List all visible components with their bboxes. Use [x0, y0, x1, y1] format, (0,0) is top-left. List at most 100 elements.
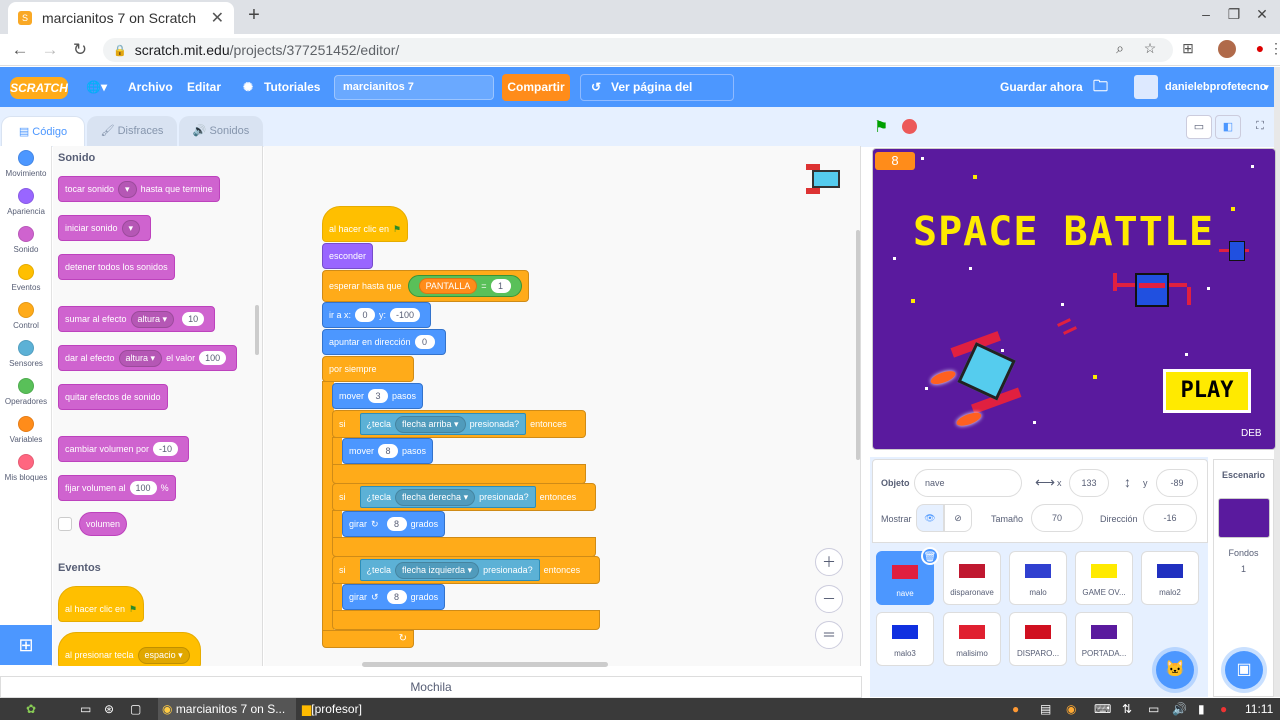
- menu-file[interactable]: Archivo: [128, 67, 173, 107]
- y-input[interactable]: -89: [1156, 469, 1198, 497]
- menu-edit[interactable]: Editar: [187, 67, 221, 107]
- category-4[interactable]: Eventos: [0, 264, 52, 292]
- block-change-effect[interactable]: sumar al efecto altura ▾ 10: [58, 306, 216, 332]
- script-workspace[interactable]: al hacer clic en ⚑ esconder esperar hast…: [264, 146, 861, 666]
- block-when-flag-clicked[interactable]: al hacer clic en ⚑: [58, 586, 145, 622]
- script-forever[interactable]: por siempre: [322, 356, 414, 382]
- forward-icon[interactable]: →: [40, 40, 60, 60]
- reload-icon[interactable]: ↻: [70, 40, 90, 60]
- script-move-steps-2[interactable]: mover 8 pasos: [342, 438, 434, 464]
- sound-dropdown[interactable]: ▾: [118, 180, 137, 198]
- palette-scrollbar[interactable]: [255, 305, 259, 355]
- project-title-input[interactable]: marcianitos 7: [334, 75, 494, 100]
- user-avatar[interactable]: [1134, 75, 1158, 99]
- value-input[interactable]: 100: [129, 481, 157, 495]
- tray-battery-icon[interactable]: ▮: [1198, 698, 1205, 720]
- backpack-bar[interactable]: Mochila: [0, 676, 862, 698]
- category-8[interactable]: Variables: [0, 416, 52, 444]
- script-if-right[interactable]: si ¿tecla flecha derecha ▾ presionada? e…: [332, 483, 596, 511]
- script-move-steps[interactable]: mover 3 pasos: [332, 383, 424, 409]
- block-clear-sound-effects[interactable]: quitar efectos de sonido: [58, 384, 168, 410]
- script-hide[interactable]: esconder: [322, 243, 374, 269]
- sprite-name-input[interactable]: nave: [914, 469, 1022, 497]
- url-input[interactable]: 🔒 scratch.mit.edu /projects/377251452/ed…: [103, 38, 1173, 62]
- sprite-tile[interactable]: DISPARO...: [1009, 612, 1067, 666]
- workspace-horizontal-scrollbar[interactable]: [362, 662, 608, 667]
- script-when-flag-clicked[interactable]: al hacer clic en ⚑: [322, 206, 409, 242]
- script-turn-left[interactable]: girar ↺ 8 grados: [342, 584, 446, 610]
- sprite-tile[interactable]: GAME OV...: [1075, 551, 1133, 605]
- add-backdrop-icon[interactable]: ▣: [1225, 651, 1263, 689]
- sprite-tile[interactable]: malo: [1009, 551, 1067, 605]
- green-flag-icon[interactable]: ⚑: [874, 117, 888, 137]
- block-stop-all-sounds[interactable]: detener todos los sonidos: [58, 254, 175, 280]
- key-pressed-sensor[interactable]: ¿tecla flecha derecha ▾ presionada?: [359, 486, 536, 508]
- category-1[interactable]: Movimiento: [0, 150, 52, 178]
- large-stage-icon[interactable]: ◧: [1215, 115, 1241, 139]
- tray-volume-icon[interactable]: 🔊: [1172, 698, 1187, 720]
- extensions-icon[interactable]: ⊞: [1178, 40, 1198, 57]
- steps-input[interactable]: 3: [368, 389, 389, 403]
- sprite-tile[interactable]: disparonave: [943, 551, 1001, 605]
- tray-network-icon[interactable]: ⇅: [1122, 698, 1132, 720]
- x-input[interactable]: 0: [355, 308, 376, 322]
- language-globe-icon[interactable]: 🌐▾: [86, 67, 107, 107]
- category-2[interactable]: Apariencia: [0, 188, 52, 216]
- tray-keyboard-icon[interactable]: ⌨: [1094, 698, 1111, 720]
- backdrop-thumbnail[interactable]: [1218, 498, 1270, 538]
- user-menu[interactable]: danielebprofetecno: [1165, 67, 1266, 107]
- browser-menu-icon[interactable]: ⋮: [1266, 40, 1280, 57]
- menu-tutorials[interactable]: Tutoriales: [264, 67, 320, 107]
- taskbar-folder-item[interactable]: ▆[profesor]: [300, 698, 390, 720]
- key-pressed-sensor[interactable]: ¿tecla flecha arriba ▾ presionada?: [359, 413, 527, 435]
- block-set-volume[interactable]: fijar volumen al 100 %: [58, 475, 176, 501]
- delete-sprite-icon[interactable]: 🗑: [921, 547, 939, 565]
- key-dropdown[interactable]: flecha arriba ▾: [395, 415, 466, 433]
- degrees-input[interactable]: 8: [386, 590, 407, 604]
- script-turn-right[interactable]: girar ↻ 8 grados: [342, 511, 446, 537]
- key-pressed-sensor[interactable]: ¿tecla flecha izquierda ▾ presionada?: [359, 559, 540, 581]
- save-now-button[interactable]: Guardar ahora: [1000, 67, 1083, 107]
- steps-input[interactable]: 8: [378, 444, 399, 458]
- value-input[interactable]: 100: [199, 351, 227, 365]
- degrees-input[interactable]: 8: [386, 517, 407, 531]
- category-5[interactable]: Control: [0, 302, 52, 330]
- effect-dropdown[interactable]: altura ▾: [130, 310, 175, 328]
- key-dropdown[interactable]: flecha derecha ▾: [395, 488, 476, 506]
- sprite-tile[interactable]: malo2: [1141, 551, 1199, 605]
- equals-operator[interactable]: PANTALLA = 1: [407, 275, 522, 297]
- add-extension-button[interactable]: ⊞: [0, 625, 52, 665]
- category-6[interactable]: Sensores: [0, 340, 52, 368]
- new-tab-icon[interactable]: +: [244, 4, 264, 27]
- size-input[interactable]: 70: [1031, 504, 1083, 532]
- zoom-reset-icon[interactable]: ＝: [815, 621, 843, 649]
- script-if-up[interactable]: si ¿tecla flecha arriba ▾ presionada? en…: [332, 410, 586, 438]
- profile-avatar[interactable]: [1218, 40, 1236, 58]
- value-input[interactable]: -10: [153, 442, 179, 456]
- chevron-down-icon[interactable]: ▾: [1264, 67, 1269, 107]
- zoom-out-icon[interactable]: －: [815, 585, 843, 613]
- volume-monitor-checkbox[interactable]: [58, 517, 72, 531]
- tab-sounds[interactable]: 🔊 Sonidos: [179, 116, 263, 146]
- script-wait-until[interactable]: esperar hasta que PANTALLA = 1: [322, 270, 529, 302]
- fullscreen-icon[interactable]: ⛶: [1247, 115, 1273, 139]
- close-window-icon[interactable]: ✕: [1252, 6, 1272, 23]
- show-eye-icon[interactable]: 👁: [916, 504, 944, 532]
- tray-app-icon[interactable]: ●: [1012, 698, 1019, 720]
- block-play-sound-until-done[interactable]: tocar sonido ▾ hasta que termine: [58, 176, 220, 202]
- block-start-sound[interactable]: iniciar sonido ▾: [58, 215, 152, 241]
- block-change-volume[interactable]: cambiar volumen por -10: [58, 436, 190, 462]
- minimize-icon[interactable]: –: [1196, 6, 1216, 22]
- script-goto-xy[interactable]: ir a x: 0 y: -100: [322, 302, 432, 328]
- tray-record-icon[interactable]: ●: [1220, 698, 1227, 720]
- workspace-vertical-scrollbar[interactable]: [856, 230, 860, 460]
- my-stuff-folder-icon[interactable]: 🗀: [1093, 67, 1108, 107]
- tab-costumes[interactable]: 🖌 Disfraces: [87, 116, 177, 146]
- direction-input[interactable]: 0: [414, 335, 435, 349]
- category-3[interactable]: Sonido: [0, 226, 52, 254]
- files-icon[interactable]: ▭: [80, 698, 91, 720]
- key-dropdown[interactable]: espacio ▾: [137, 646, 190, 664]
- block-set-effect[interactable]: dar al efecto altura ▾ el valor 100: [58, 345, 238, 371]
- tab-code[interactable]: ▤ Código: [1, 116, 85, 146]
- x-input[interactable]: 133: [1069, 469, 1109, 497]
